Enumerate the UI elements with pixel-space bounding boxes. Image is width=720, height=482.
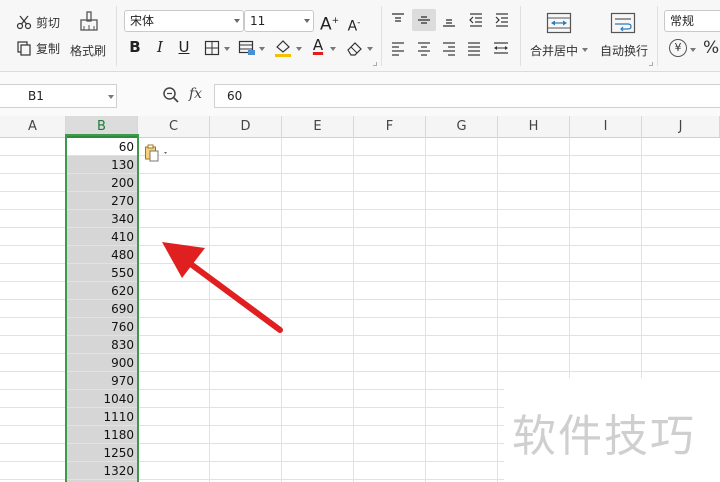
copy-icon[interactable] bbox=[16, 40, 32, 56]
column-header-h[interactable]: H bbox=[498, 116, 570, 138]
italic-button[interactable]: I bbox=[152, 38, 168, 56]
selection-border bbox=[65, 134, 139, 482]
format-painter-icon[interactable] bbox=[78, 10, 100, 34]
scissors-icon[interactable] bbox=[16, 14, 32, 30]
align-bottom-icon[interactable] bbox=[441, 12, 457, 28]
align-top-icon[interactable] bbox=[390, 12, 406, 28]
wrap-text-button[interactable]: 自动换行 bbox=[600, 42, 648, 59]
name-box[interactable]: B1 bbox=[0, 84, 117, 108]
column-header-g[interactable]: G bbox=[426, 116, 498, 138]
increase-indent-icon[interactable] bbox=[494, 12, 510, 28]
grid-line-vertical bbox=[209, 138, 210, 482]
currency-button[interactable]: ¥ bbox=[669, 39, 687, 57]
column-header-e[interactable]: E bbox=[282, 116, 354, 138]
column-header-i[interactable]: I bbox=[570, 116, 642, 138]
merge-dropdown-icon[interactable] bbox=[582, 48, 588, 52]
distributed-align-icon[interactable] bbox=[492, 40, 510, 56]
alignment-group-launcher[interactable] bbox=[649, 62, 653, 66]
cut-button[interactable]: 剪切 bbox=[36, 14, 60, 31]
font-size-select[interactable]: 11 bbox=[244, 10, 314, 32]
font-color-dropdown-icon[interactable] bbox=[330, 47, 336, 51]
merge-center-button[interactable]: 合并居中 bbox=[530, 42, 578, 59]
formula-value: 60 bbox=[227, 89, 243, 103]
wrap-text-icon[interactable] bbox=[610, 12, 636, 34]
fill-color-dropdown-icon[interactable] bbox=[296, 47, 302, 51]
align-middle-icon bbox=[418, 16, 430, 24]
name-box-value: B1 bbox=[28, 89, 44, 103]
paste-options-icon[interactable] bbox=[144, 144, 172, 162]
column-header-j[interactable]: J bbox=[642, 116, 720, 138]
align-middle-button[interactable] bbox=[412, 9, 436, 31]
border-icon[interactable] bbox=[204, 40, 220, 56]
column-header-c[interactable]: C bbox=[138, 116, 210, 138]
ribbon-separator bbox=[381, 6, 382, 66]
cell-style-icon[interactable] bbox=[238, 40, 256, 56]
font-group-launcher[interactable] bbox=[373, 62, 377, 66]
name-box-dropdown-icon[interactable] bbox=[108, 95, 114, 99]
font-color-button[interactable]: A bbox=[310, 36, 326, 54]
currency-dropdown-icon[interactable] bbox=[690, 48, 696, 52]
font-name-select[interactable]: 宋体 bbox=[124, 10, 244, 32]
fill-color-icon[interactable] bbox=[274, 38, 292, 58]
number-format-value: 常规 bbox=[670, 14, 695, 28]
grid-line-vertical bbox=[497, 138, 498, 482]
justify-icon[interactable] bbox=[466, 40, 482, 56]
align-right-icon[interactable] bbox=[441, 40, 457, 56]
bold-button[interactable]: B bbox=[127, 38, 143, 56]
merge-center-icon[interactable] bbox=[546, 12, 572, 34]
column-header-d[interactable]: D bbox=[210, 116, 282, 138]
font-size-value: 11 bbox=[250, 14, 266, 28]
formula-input[interactable]: 60 bbox=[214, 84, 720, 108]
increase-font-button[interactable]: A+ bbox=[320, 12, 339, 35]
increase-font-glyph: A bbox=[320, 14, 332, 35]
font-name-value: 宋体 bbox=[130, 14, 155, 28]
clear-dropdown-icon[interactable] bbox=[367, 47, 373, 51]
ribbon: 剪切 复制 格式刷 宋体 11 A+ A- B I U A 合并居中 自动换行 … bbox=[0, 0, 720, 72]
formula-bar: B1 fx 60 bbox=[0, 72, 720, 116]
format-painter-button[interactable]: 格式刷 bbox=[70, 42, 106, 59]
border-dropdown-icon[interactable] bbox=[224, 47, 230, 51]
decrease-font-button[interactable]: A- bbox=[346, 14, 362, 36]
ribbon-separator bbox=[520, 6, 521, 66]
number-format-select[interactable]: 常规 bbox=[664, 10, 720, 32]
chevron-down-icon bbox=[304, 19, 310, 23]
decrease-font-glyph: A bbox=[347, 18, 358, 35]
percent-button[interactable]: % bbox=[703, 38, 719, 58]
grid-line-vertical bbox=[425, 138, 426, 482]
cell-style-dropdown-icon[interactable] bbox=[259, 47, 265, 51]
align-left-icon[interactable] bbox=[390, 40, 406, 56]
underline-button[interactable]: U bbox=[176, 38, 192, 56]
column-header-f[interactable]: F bbox=[354, 116, 426, 138]
grid-line-vertical bbox=[281, 138, 282, 482]
grid-line-vertical bbox=[353, 138, 354, 482]
ribbon-separator bbox=[116, 6, 117, 66]
column-header-a[interactable]: A bbox=[0, 116, 66, 138]
eraser-icon[interactable] bbox=[346, 40, 364, 56]
chevron-down-icon bbox=[234, 19, 240, 23]
font-color-glyph: A bbox=[312, 36, 324, 54]
align-center-icon[interactable] bbox=[416, 40, 432, 56]
ribbon-separator bbox=[657, 6, 658, 66]
copy-button[interactable]: 复制 bbox=[36, 40, 60, 57]
fx-icon[interactable]: fx bbox=[189, 86, 202, 102]
zoom-search-icon[interactable] bbox=[162, 86, 180, 104]
currency-glyph: ¥ bbox=[674, 41, 682, 54]
watermark-text: 软件技巧 bbox=[512, 411, 696, 462]
decrease-indent-icon[interactable] bbox=[468, 12, 484, 28]
